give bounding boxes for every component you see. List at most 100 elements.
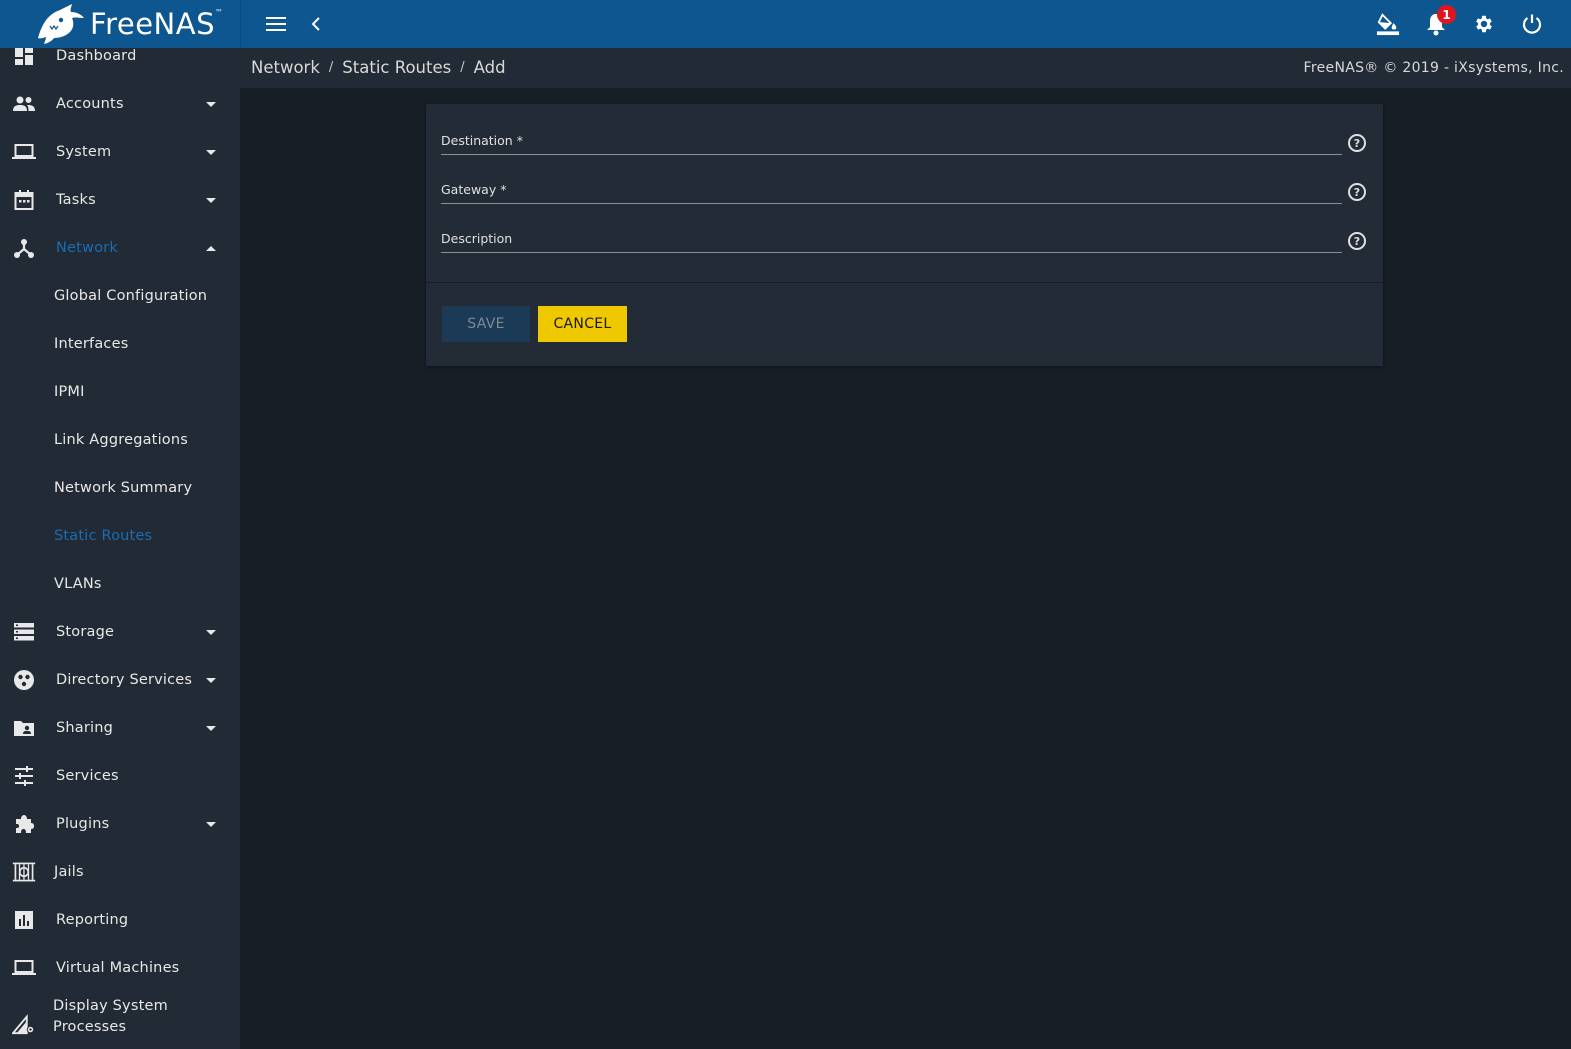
sidebar-subitem-label: Interfaces: [54, 336, 129, 352]
sidebar: Dashboard Accounts System Tasks Network …: [0, 48, 240, 1049]
sidebar-item-label: Network: [56, 240, 118, 256]
sidebar-item-label: Virtual Machines: [56, 960, 180, 976]
sidebar-item-label: Display System: [53, 998, 168, 1014]
caret-up-icon: [206, 245, 216, 251]
sidebar-item-reporting[interactable]: Reporting: [0, 896, 240, 944]
dashboard-icon: [12, 48, 36, 68]
sidebar-item-jails[interactable]: Jails: [0, 848, 240, 896]
power-icon[interactable]: [1520, 12, 1544, 36]
sidebar-subitem-ipmi[interactable]: IPMI: [0, 368, 240, 416]
gateway-field[interactable]: Gateway *: [441, 181, 1342, 205]
description-underline: [441, 252, 1342, 253]
sidebar-item-sharing[interactable]: Sharing: [0, 704, 240, 752]
destination-field[interactable]: Destination *: [441, 132, 1342, 156]
save-button[interactable]: SAVE: [442, 306, 530, 342]
breadcrumb-add: Add: [473, 58, 506, 77]
description-field[interactable]: Description: [441, 230, 1342, 254]
caret-down-icon: [206, 677, 216, 683]
help-icon[interactable]: ?: [1348, 183, 1366, 201]
sidebar-subitem-label: Network Summary: [54, 480, 193, 496]
card-divider: [426, 282, 1383, 283]
process-icon: [12, 1012, 36, 1036]
freenas-logo[interactable]: FreeNAS ™: [34, 3, 223, 45]
sidebar-item-virtual-machines[interactable]: Virtual Machines: [0, 944, 240, 992]
sidebar-subitem-label: VLANs: [54, 576, 102, 592]
chevron-left-icon[interactable]: [304, 12, 328, 36]
gear-icon[interactable]: [1472, 12, 1496, 36]
caret-down-icon: [206, 629, 216, 635]
sidebar-item-network[interactable]: Network: [0, 224, 240, 272]
sidebar-subitem-network-summary[interactable]: Network Summary: [0, 464, 240, 512]
caret-down-icon: [206, 101, 216, 107]
menu-icon[interactable]: [264, 12, 288, 36]
sidebar-item-accounts[interactable]: Accounts: [0, 80, 240, 128]
help-icon[interactable]: ?: [1348, 232, 1366, 250]
breadcrumb-bar: Network / Static Routes / Add FreeNAS® ©…: [240, 48, 1571, 88]
caret-down-icon: [206, 149, 216, 155]
sidebar-subitem-link-aggregations[interactable]: Link Aggregations: [0, 416, 240, 464]
breadcrumb-separator: /: [460, 60, 465, 75]
sidebar-item-label: Dashboard: [56, 48, 137, 64]
sidebar-item-label: Tasks: [56, 192, 96, 208]
laptop-icon: [12, 956, 36, 980]
sidebar-item-label: Accounts: [56, 96, 124, 112]
sidebar-item-plugins[interactable]: Plugins: [0, 800, 240, 848]
directory-icon: [12, 668, 36, 692]
notification-badge: 1: [1437, 5, 1456, 24]
top-bar: FreeNAS ™ 1: [0, 0, 1571, 48]
breadcrumb-separator: /: [328, 60, 334, 75]
sidebar-item-tasks[interactable]: Tasks: [0, 176, 240, 224]
gateway-underline: [441, 203, 1342, 204]
description-label: Description: [441, 231, 513, 246]
sidebar-subitem-label: Static Routes: [54, 528, 153, 544]
freenas-shark-icon: [38, 4, 84, 44]
sidebar-item-label-line2: Processes: [53, 1019, 127, 1035]
breadcrumb: Network / Static Routes / Add: [251, 58, 506, 77]
shared-folder-icon: [12, 716, 36, 740]
sidebar-item-directory-services[interactable]: Directory Services: [0, 656, 240, 704]
sidebar-item-services[interactable]: Services: [0, 752, 240, 800]
caret-down-icon: [206, 725, 216, 731]
network-icon: [12, 236, 36, 260]
sidebar-subitem-interfaces[interactable]: Interfaces: [0, 320, 240, 368]
sidebar-item-label: Directory Services: [56, 672, 193, 688]
caret-down-icon: [206, 197, 216, 203]
sidebar-item-label: Sharing: [56, 720, 114, 736]
sidebar-item-label: Jails: [54, 864, 84, 880]
sidebar-item-label: System: [56, 144, 112, 160]
bar-chart-icon: [12, 908, 36, 932]
laptop-icon: [12, 140, 36, 164]
breadcrumb-static-routes[interactable]: Static Routes: [342, 58, 451, 77]
sidebar-item-display-system-processes[interactable]: Display System Processes: [0, 992, 240, 1048]
calendar-icon: [12, 188, 36, 212]
sidebar-subitem-label: Global Configuration: [54, 288, 208, 304]
sidebar-item-label: Plugins: [56, 816, 110, 832]
sidebar-subitem-global-configuration[interactable]: Global Configuration: [0, 272, 240, 320]
sidebar-item-label: Storage: [56, 624, 115, 640]
sidebar-item-storage[interactable]: Storage: [0, 608, 240, 656]
static-route-form: Destination * ? Gateway * ? Description …: [426, 104, 1383, 366]
brand-name: FreeNAS: [90, 7, 215, 41]
theme-bucket-icon[interactable]: [1376, 12, 1400, 36]
destination-underline: [441, 154, 1342, 155]
copyright-text: FreeNAS® © 2019 - iXsystems, Inc.: [1303, 60, 1564, 76]
sliders-icon: [12, 764, 36, 788]
cancel-button[interactable]: CANCEL: [538, 306, 627, 342]
gateway-label: Gateway *: [441, 182, 507, 197]
sidebar-item-dashboard[interactable]: Dashboard: [0, 48, 240, 80]
storage-icon: [12, 620, 36, 644]
sidebar-subitem-label: IPMI: [54, 384, 85, 400]
sidebar-item-system[interactable]: System: [0, 128, 240, 176]
sidebar-subitem-static-routes[interactable]: Static Routes: [0, 512, 240, 560]
help-icon[interactable]: ?: [1348, 134, 1366, 152]
sidebar-subitem-vlans[interactable]: VLANs: [0, 560, 240, 608]
caret-down-icon: [206, 821, 216, 827]
breadcrumb-network[interactable]: Network: [251, 58, 320, 77]
trademark: ™: [214, 7, 223, 17]
people-icon: [12, 92, 36, 116]
topbar-divider: [240, 0, 241, 48]
destination-label: Destination *: [441, 133, 523, 148]
sidebar-subitem-label: Link Aggregations: [54, 432, 189, 448]
puzzle-icon: [12, 812, 36, 836]
jail-icon: [12, 860, 36, 884]
